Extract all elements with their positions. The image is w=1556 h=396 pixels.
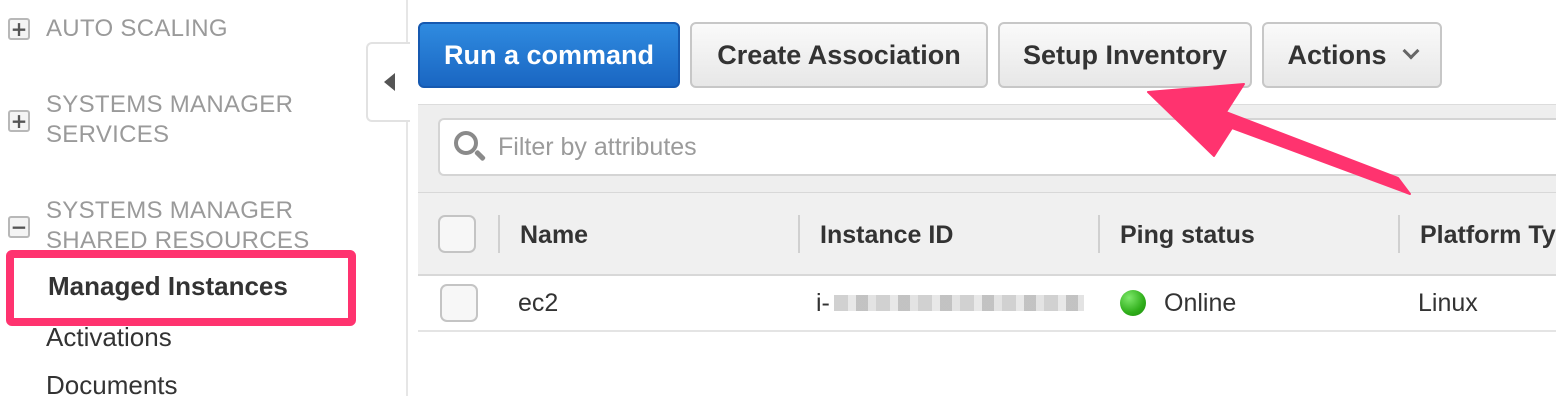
cell-ping-status: Online <box>1120 276 1236 330</box>
sidebar-section-auto-scaling[interactable]: + AUTO SCALING <box>8 14 228 44</box>
table-header: Name Instance ID Ping status Platform Ty <box>418 192 1556 276</box>
sidebar-item-documents[interactable]: Documents <box>46 370 178 396</box>
chevron-down-icon <box>1402 42 1419 60</box>
column-divider <box>1398 215 1400 253</box>
redacted-instance-id <box>833 295 1084 311</box>
create-association-button[interactable]: Create Association <box>690 22 988 88</box>
cell-instance-id: i- <box>816 276 1084 330</box>
sidebar-item-activations[interactable]: Activations <box>46 322 172 353</box>
sidebar-section-systems-manager-shared-resources[interactable]: − SYSTEMS MANAGER SHARED RESOURCES <box>8 196 310 256</box>
column-divider <box>798 215 800 253</box>
column-header-name[interactable]: Name <box>520 193 588 277</box>
column-header-instance-id[interactable]: Instance ID <box>820 193 953 277</box>
setup-inventory-button[interactable]: Setup Inventory <box>998 22 1252 88</box>
table-row[interactable]: ec2 i- Online Linux <box>418 276 1556 332</box>
sidebar-collapse-button[interactable] <box>366 42 410 122</box>
actions-dropdown-button[interactable]: Actions <box>1262 22 1442 88</box>
cell-name: ec2 <box>518 288 559 317</box>
run-command-button[interactable]: Run a command <box>418 22 680 88</box>
filter-input[interactable]: Filter by attributes <box>438 118 1556 176</box>
sidebar-section-label-line2: SERVICES <box>46 121 170 148</box>
select-all-checkbox[interactable] <box>438 215 476 253</box>
triangle-left-icon <box>383 73 395 91</box>
sidebar-item-managed-instances[interactable]: Managed Instances <box>48 271 288 302</box>
column-header-platform-type[interactable]: Platform Ty <box>1420 193 1556 277</box>
minus-square-icon[interactable]: − <box>8 216 30 238</box>
magnifier-icon <box>452 129 488 165</box>
sidebar-section-label: SYSTEMS MANAGER SHARED RESOURCES <box>46 196 310 256</box>
status-online-icon <box>1120 290 1146 316</box>
plus-square-icon[interactable]: + <box>8 110 30 132</box>
row-checkbox[interactable] <box>440 284 478 322</box>
sidebar-section-label-line1: SYSTEMS MANAGER <box>46 91 294 118</box>
column-divider <box>498 215 500 253</box>
filter-placeholder: Filter by attributes <box>498 132 697 161</box>
sidebar-section-label: SYSTEMS MANAGER SERVICES <box>46 90 293 150</box>
sidebar-section-systems-manager-services[interactable]: + SYSTEMS MANAGER SERVICES <box>8 90 293 150</box>
sidebar-section-label-line1: SYSTEMS MANAGER <box>46 197 294 224</box>
column-divider <box>1098 215 1100 253</box>
ping-status-text: Online <box>1164 288 1237 317</box>
cell-platform: Linux <box>1418 288 1478 317</box>
plus-square-icon[interactable]: + <box>8 18 30 40</box>
sidebar-section-label: AUTO SCALING <box>46 15 228 42</box>
column-header-ping-status[interactable]: Ping status <box>1120 193 1255 277</box>
instance-id-prefix: i- <box>816 288 830 317</box>
actions-label: Actions <box>1287 39 1387 70</box>
sidebar: + AUTO SCALING + SYSTEMS MANAGER SERVICE… <box>0 0 408 396</box>
